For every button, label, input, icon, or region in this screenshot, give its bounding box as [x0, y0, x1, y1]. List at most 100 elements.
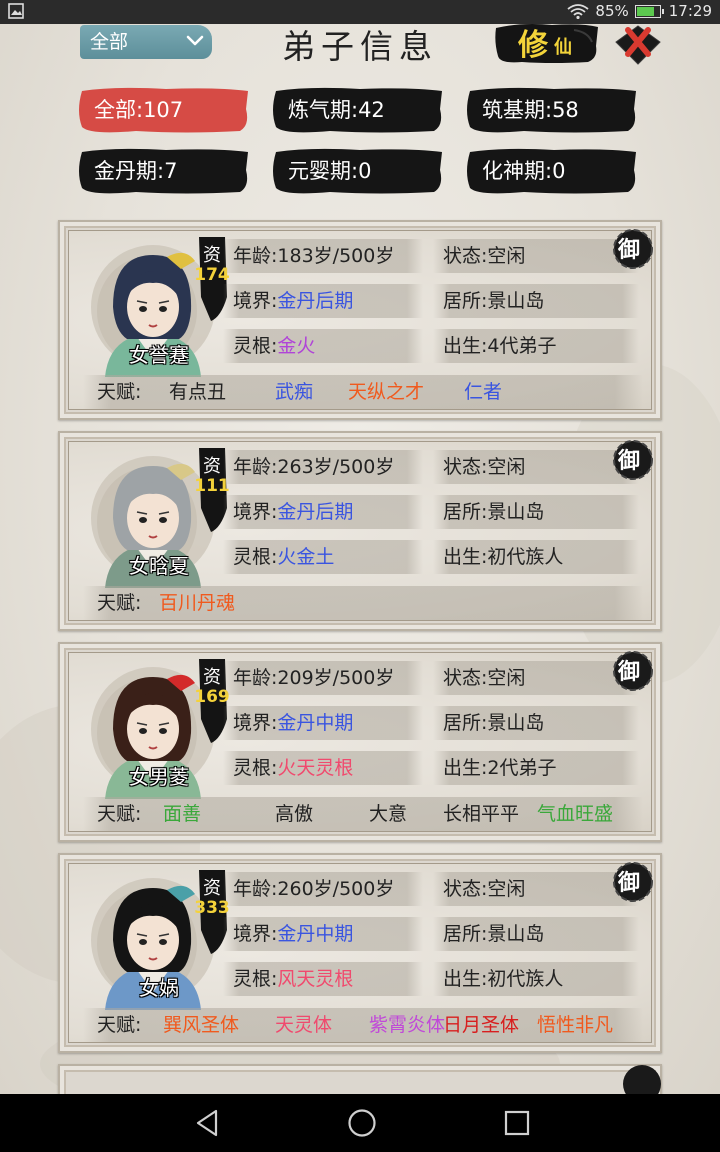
status-value: 空闲: [487, 667, 526, 689]
talent-label: 天赋:: [97, 592, 142, 614]
age-label: 年龄:: [233, 245, 278, 267]
age-label: 年龄:: [233, 456, 278, 478]
home-icon[interactable]: [345, 1106, 379, 1140]
home-field: 居所:景山岛: [433, 706, 639, 740]
spirit-root-field: 灵根:风天灵根: [223, 962, 423, 996]
top-bar: 全部 弟子信息 修 仙: [0, 24, 720, 69]
birth-field: 出生:2代弟子: [433, 751, 639, 785]
spirit-root-value: 风天灵根: [277, 968, 354, 990]
talent-tag: 面善: [163, 803, 202, 825]
birth-value: 初代族人: [487, 968, 564, 990]
spirit-root-field: 灵根:火金土: [223, 540, 423, 574]
disciple-info-screen: 全部 弟子信息 修 仙 全部:107 炼气期:42 筑基期:58 金丹期:7 元…: [0, 24, 720, 1094]
close-icon[interactable]: [612, 24, 664, 66]
realm-field: 境界:金丹中期: [223, 917, 423, 951]
home-label: 居所:: [443, 501, 488, 523]
battery-level-fill: [636, 6, 654, 16]
tab-label: 全部:107: [94, 98, 184, 122]
home-value: 景山岛: [487, 712, 545, 734]
realm-field: 境界:金丹后期: [223, 284, 423, 318]
age-label: 年龄:: [233, 878, 278, 900]
disciple-card-inner: 资 111 女晗夏 年龄:263岁/500岁 状态:空闲 境界:金丹后期 居所:…: [68, 440, 653, 621]
tab-all[interactable]: 全部:107: [76, 85, 252, 135]
talent-row: 天赋: 有点丑 武痴 天纵之才 仁者: [83, 375, 643, 409]
talent-label: 天赋:: [97, 381, 142, 403]
talent-label: 天赋:: [97, 803, 142, 825]
home-field: 居所:景山岛: [433, 917, 639, 951]
tab-yuanying[interactable]: 元婴期:0: [270, 146, 446, 196]
tab-label: 化神期:0: [482, 159, 566, 183]
spirit-root-label: 灵根:: [233, 968, 278, 990]
age-field: 年龄:260岁/500岁: [223, 872, 423, 906]
disciple-name: 女娲: [139, 976, 179, 1000]
realm-value: 金丹中期: [277, 712, 354, 734]
talent-tag: 高傲: [275, 803, 314, 825]
status-label: 状态:: [443, 245, 488, 267]
talent-row: 天赋: 面善 高傲 大意 长相平平 气血旺盛: [83, 797, 643, 831]
realm-value: 金丹中期: [277, 923, 354, 945]
disciple-card[interactable]: 资 169 女男菱 年龄:209岁/500岁 状态:空闲 境界:金丹中期 居所:…: [58, 642, 662, 842]
age-label: 年龄:: [233, 667, 278, 689]
spirit-root-label: 灵根:: [233, 546, 278, 568]
birth-field: 出生:初代族人: [433, 540, 639, 574]
home-field: 居所:景山岛: [433, 284, 639, 318]
home-value: 景山岛: [487, 290, 545, 312]
age-field: 年龄:263岁/500岁: [223, 450, 423, 484]
realm-label: 境界:: [233, 501, 278, 523]
age-value: 209岁/500岁: [277, 667, 395, 689]
home-value: 景山岛: [487, 501, 545, 523]
talent-tag: 巽风圣体: [163, 1014, 240, 1036]
disciple-card[interactable]: 资 174 女誉蹇 年龄:183岁/500岁 状态:空闲 境界:金丹后期 居所:…: [58, 220, 662, 420]
disciple-card[interactable]: 资 333 女娲 年龄:260岁/500岁 状态:空闲 境界:金丹中期 居所:景…: [58, 853, 662, 1053]
talent-tag: 天纵之才: [348, 381, 425, 403]
recents-icon[interactable]: [500, 1106, 534, 1140]
spirit-root-label: 灵根:: [233, 757, 278, 779]
disciple-card-inner: 资 174 女誉蹇 年龄:183岁/500岁 状态:空闲 境界:金丹后期 居所:…: [68, 229, 653, 410]
disciple-card-partial[interactable]: [58, 1064, 662, 1094]
status-field: 状态:空闲: [433, 661, 639, 695]
talent-tag: 有点丑: [169, 381, 227, 403]
cultivate-button[interactable]: 修 仙: [492, 24, 602, 64]
disciple-card-inner: 资 333 女娲 年龄:260岁/500岁 状态:空闲 境界:金丹中期 居所:景…: [68, 862, 653, 1043]
clock: 17:29: [668, 2, 712, 20]
realm-field: 境界:金丹后期: [223, 495, 423, 529]
age-value: 263岁/500岁: [277, 456, 395, 478]
home-label: 居所:: [443, 923, 488, 945]
age-value: 260岁/500岁: [277, 878, 395, 900]
birth-label: 出生:: [443, 757, 488, 779]
tab-huashen[interactable]: 化神期:0: [464, 146, 640, 196]
birth-value: 初代族人: [487, 546, 564, 568]
disciple-name: 女晗夏: [129, 554, 189, 578]
status-field: 状态:空闲: [433, 239, 639, 273]
battery-percent: 85%: [595, 2, 629, 20]
home-value: 景山岛: [487, 923, 545, 945]
cultivate-label-small: 仙: [554, 37, 572, 58]
birth-label: 出生:: [443, 546, 488, 568]
tab-label: 元婴期:0: [288, 159, 372, 183]
age-field: 年龄:209岁/500岁: [223, 661, 423, 695]
talent-tag: 百川丹魂: [159, 592, 236, 614]
realm-field: 境界:金丹中期: [223, 706, 423, 740]
seal-glyph: 御: [617, 448, 640, 474]
disciple-card-inner: 资 169 女男菱 年龄:209岁/500岁 状态:空闲 境界:金丹中期 居所:…: [68, 651, 653, 832]
back-icon[interactable]: [190, 1106, 224, 1140]
home-label: 居所:: [443, 712, 488, 734]
tab-label: 筑基期:58: [482, 98, 579, 122]
talent-tag: 武痴: [275, 381, 314, 403]
seal-glyph: 御: [617, 870, 640, 896]
disciple-card[interactable]: 资 111 女晗夏 年龄:263岁/500岁 状态:空闲 境界:金丹后期 居所:…: [58, 431, 662, 631]
status-field: 状态:空闲: [433, 872, 639, 906]
talent-row: 天赋: 百川丹魂: [83, 586, 643, 620]
talent-tag: 天灵体: [275, 1014, 333, 1036]
talent-tag: 悟性非凡: [537, 1014, 614, 1036]
realm-label: 境界:: [233, 712, 278, 734]
tab-jindan[interactable]: 金丹期:7: [76, 146, 252, 196]
tab-zhuji[interactable]: 筑基期:58: [464, 85, 640, 135]
tab-label: 炼气期:42: [288, 98, 385, 122]
birth-field: 出生:初代族人: [433, 962, 639, 996]
realm-label: 境界:: [233, 290, 278, 312]
image-notification-icon: [8, 3, 24, 19]
age-field: 年龄:183岁/500岁: [223, 239, 423, 273]
status-field: 状态:空闲: [433, 450, 639, 484]
tab-lianqi[interactable]: 炼气期:42: [270, 85, 446, 135]
